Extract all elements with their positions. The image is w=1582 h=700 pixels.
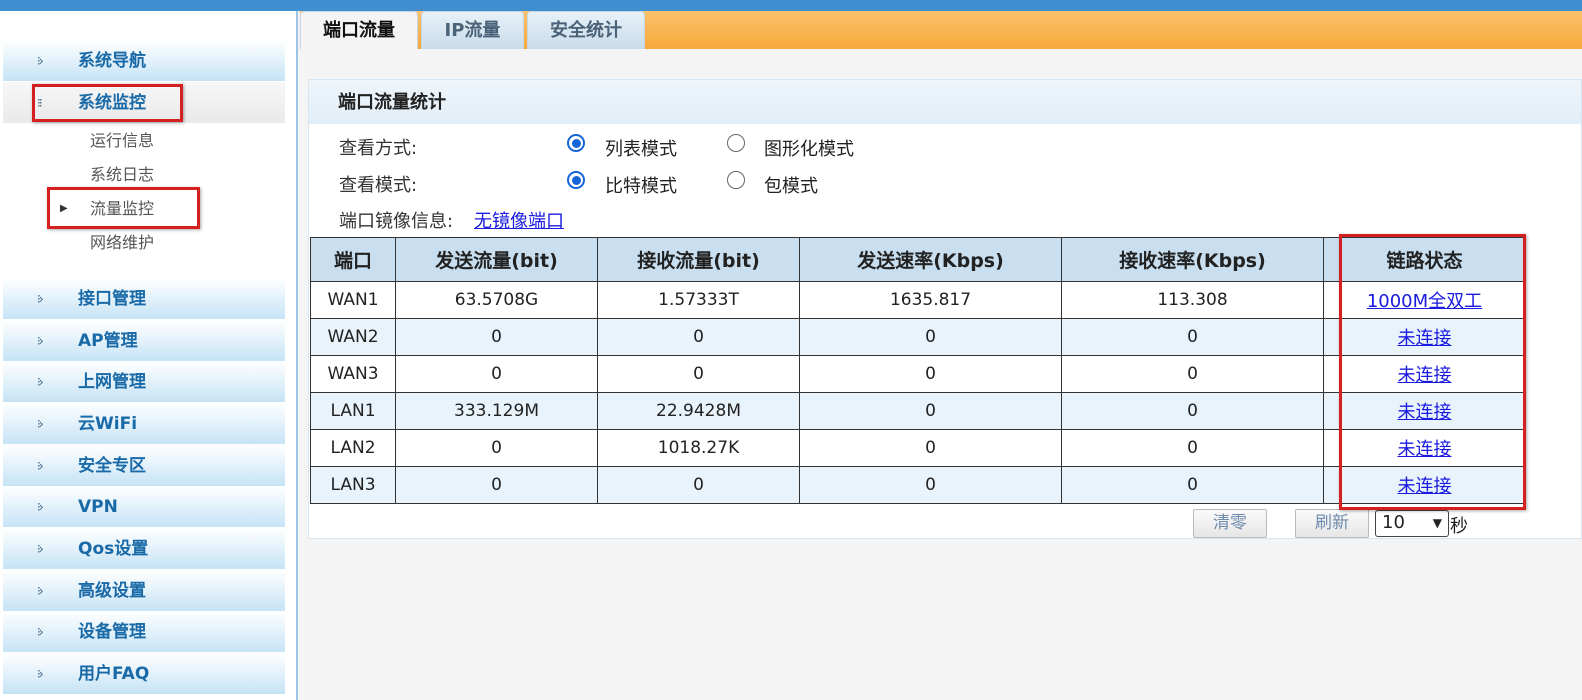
table-cell: 0 bbox=[395, 429, 598, 467]
table-cell: 1635.817 bbox=[799, 281, 1062, 319]
view-mode-label: 查看方式: bbox=[339, 138, 418, 159]
nav-icon: ⁝› bbox=[37, 375, 44, 389]
table-cell: 333.129M bbox=[395, 392, 598, 430]
radio-packet-mode[interactable] bbox=[727, 171, 745, 189]
chevron-down-icon: ▼ bbox=[1432, 516, 1442, 530]
interval-unit: 秒 bbox=[1450, 516, 1468, 537]
sidebar-subitem-run-info[interactable]: 运行信息 bbox=[90, 124, 154, 158]
refresh-interval-value: 10 bbox=[1382, 512, 1405, 533]
tab-bar: 端口流量 IP流量 安全统计 bbox=[300, 11, 1582, 49]
nav-icon: ⁝› bbox=[37, 417, 44, 431]
radio-bit-mode[interactable] bbox=[567, 171, 585, 189]
tab-port-traffic[interactable]: 端口流量 bbox=[300, 11, 418, 49]
table-cell: WAN1 bbox=[310, 281, 396, 319]
sidebar-item-vpn[interactable]: ⁝› VPN bbox=[3, 486, 285, 528]
table-cell: 0 bbox=[395, 318, 598, 356]
table-cell: 0 bbox=[799, 429, 1062, 467]
highlight-box bbox=[47, 187, 200, 229]
clear-button[interactable]: 清零 bbox=[1193, 509, 1267, 538]
table-cell: LAN1 bbox=[310, 392, 396, 430]
graph-mode-label: 图形化模式 bbox=[764, 139, 854, 160]
nav-icon: ⁝› bbox=[37, 54, 44, 68]
col-header: 端口 bbox=[310, 237, 396, 282]
table-cell: WAN2 bbox=[310, 318, 396, 356]
table-cell: 113.308 bbox=[1061, 281, 1324, 319]
table-cell: 0 bbox=[799, 392, 1062, 430]
table-cell: 0 bbox=[1061, 392, 1324, 430]
table-cell: 22.9428M bbox=[597, 392, 800, 430]
nav-icon: ⁝› bbox=[37, 584, 44, 598]
table-cell: 1018.27K bbox=[597, 429, 800, 467]
table-cell: 0 bbox=[395, 355, 598, 393]
table-cell: WAN3 bbox=[310, 355, 396, 393]
highlight-box bbox=[1339, 234, 1526, 510]
table-cell: 63.5708G bbox=[395, 281, 598, 319]
table-cell: 0 bbox=[799, 318, 1062, 356]
nav-icon: ⁝› bbox=[37, 500, 44, 514]
nav-icon: ⁝› bbox=[37, 292, 44, 306]
nav-icon: ⁝› bbox=[37, 625, 44, 639]
sidebar-item-device[interactable]: ⁝› 设备管理 bbox=[3, 611, 285, 653]
table-cell: 0 bbox=[799, 466, 1062, 504]
tab-security-stats[interactable]: 安全统计 bbox=[527, 11, 645, 49]
sidebar-item-interface[interactable]: ⁝› 接口管理 bbox=[3, 278, 285, 320]
sidebar-item-qos[interactable]: ⁝› Qos设置 bbox=[3, 528, 285, 570]
table-cell: 1.57333T bbox=[597, 281, 800, 319]
mirror-info-label: 端口镜像信息: bbox=[339, 211, 454, 232]
sidebar-item-system-nav[interactable]: ⁝› 系统导航 bbox=[3, 40, 285, 82]
table-cell: 0 bbox=[597, 466, 800, 504]
table-cell: 0 bbox=[1061, 429, 1324, 467]
col-header: 接收速率(Kbps) bbox=[1061, 237, 1324, 282]
refresh-interval-select[interactable]: 10 ▼ bbox=[1375, 510, 1449, 537]
panel-title: 端口流量统计 bbox=[338, 92, 446, 113]
table-cell: 0 bbox=[395, 466, 598, 504]
sidebar-item-internet[interactable]: ⁝› 上网管理 bbox=[3, 361, 285, 403]
top-bar bbox=[0, 0, 1582, 11]
sidebar-subitem-network-maint[interactable]: 网络维护 bbox=[90, 226, 154, 260]
mirror-port-link[interactable]: 无镜像端口 bbox=[474, 207, 564, 233]
table-cell: 0 bbox=[597, 355, 800, 393]
highlight-box bbox=[32, 84, 183, 122]
refresh-button[interactable]: 刷新 bbox=[1295, 509, 1369, 538]
bit-mode-label: 比特模式 bbox=[605, 176, 677, 197]
radio-graph-mode[interactable] bbox=[727, 134, 745, 152]
radio-list-mode[interactable] bbox=[567, 134, 585, 152]
nav-icon: ⁝› bbox=[37, 334, 44, 348]
table-cell: 0 bbox=[1061, 466, 1324, 504]
table-cell: LAN2 bbox=[310, 429, 396, 467]
panel-header: 端口流量统计 bbox=[309, 80, 1581, 124]
table-cell: 0 bbox=[597, 318, 800, 356]
list-mode-label: 列表模式 bbox=[605, 139, 677, 160]
view-type-label: 查看模式: bbox=[339, 175, 418, 196]
tab-ip-traffic[interactable]: IP流量 bbox=[421, 11, 524, 49]
sidebar: ⁝› 系统导航 ⁝⁝ 系统监控 运行信息 系统日志 ▶ 流量监控 网络维护 ⁝›… bbox=[0, 11, 298, 700]
nav-icon: ⁝› bbox=[37, 459, 44, 473]
sidebar-item-faq[interactable]: ⁝› 用户FAQ bbox=[3, 653, 285, 695]
nav-icon: ⁝› bbox=[37, 667, 44, 681]
sidebar-item-cloud-wifi[interactable]: ⁝› 云WiFi bbox=[3, 403, 285, 445]
col-header: 发送流量(bit) bbox=[395, 237, 598, 282]
sidebar-item-ap[interactable]: ⁝› AP管理 bbox=[3, 320, 285, 362]
col-header: 接收流量(bit) bbox=[597, 237, 800, 282]
nav-icon: ⁝› bbox=[37, 542, 44, 556]
table-cell: 0 bbox=[1061, 318, 1324, 356]
table-cell: 0 bbox=[1061, 355, 1324, 393]
sidebar-item-advanced[interactable]: ⁝› 高级设置 bbox=[3, 570, 285, 612]
table-cell: LAN3 bbox=[310, 466, 396, 504]
col-header: 发送速率(Kbps) bbox=[799, 237, 1062, 282]
packet-mode-label: 包模式 bbox=[764, 176, 818, 197]
sidebar-item-security[interactable]: ⁝› 安全专区 bbox=[3, 445, 285, 487]
table-cell: 0 bbox=[799, 355, 1062, 393]
